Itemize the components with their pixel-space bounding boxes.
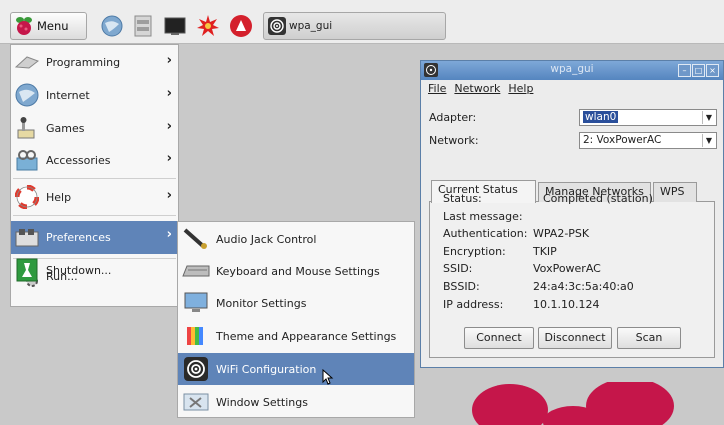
submenu-item-label: Window Settings (216, 395, 308, 409)
menu-item-accessories[interactable]: Accessories › (11, 145, 178, 175)
submenu-item-label: Theme and Appearance Settings (216, 329, 397, 343)
status-label: Status: (443, 192, 482, 205)
programming-icon (14, 49, 40, 75)
connect-button[interactable]: Connect (464, 327, 534, 349)
menu-item-games[interactable]: Games › (11, 113, 178, 143)
encryption-value: TKIP (533, 245, 557, 258)
task-label: wpa_gui (289, 20, 333, 32)
submenu-item-monitor[interactable]: Monitor Settings (178, 287, 414, 319)
shutdown-icon (14, 257, 40, 283)
menu-item-label: Programming (46, 55, 121, 69)
chevron-down-icon: ▼ (702, 111, 715, 124)
terminal-icon[interactable] (163, 14, 187, 38)
wpa-gui-window: wpa_gui – □ × File Network Help Adapter:… (420, 60, 724, 368)
last-message-label: Last message: (443, 210, 523, 223)
adapter-label: Adapter: (429, 111, 477, 124)
network-menu[interactable]: Network (454, 80, 500, 98)
submenu-item-label: Monitor Settings (216, 296, 307, 310)
menu-item-label: Help (46, 190, 72, 204)
menu-bar: File Network Help (421, 80, 723, 98)
chevron-right-icon: › (166, 53, 172, 68)
menu-item-label: Preferences (46, 231, 111, 244)
ssid-label: SSID: (443, 262, 473, 275)
globe-icon[interactable] (100, 14, 124, 38)
submenu-item-label: Audio Jack Control (216, 232, 317, 246)
submenu-item-wifi-configuration[interactable]: WiFi Configuration (178, 353, 414, 385)
menu-separator (13, 178, 176, 179)
menu-label: Menu (37, 19, 69, 33)
audio-icon (182, 225, 210, 253)
menu-item-preferences[interactable]: Preferences › (11, 221, 178, 254)
adapter-value: wlan0 (583, 111, 619, 123)
network-label: Network: (429, 134, 479, 147)
wpa-gui-task-button[interactable]: wpa_gui (263, 12, 446, 40)
file-menu[interactable]: File (428, 80, 446, 98)
accessories-icon (14, 147, 40, 173)
chevron-right-icon: › (166, 188, 172, 203)
menu-item-label: Games (46, 121, 85, 135)
encryption-label: Encryption: (443, 245, 506, 258)
wifi-icon (182, 355, 210, 383)
menu-separator (13, 215, 176, 216)
menu-item-label: Accessories (46, 153, 111, 167)
mouse-cursor-icon (322, 369, 334, 385)
monitor-icon (182, 289, 210, 317)
menu-item-help[interactable]: Help › (11, 182, 178, 212)
ssid-value: VoxPowerAC (533, 262, 601, 275)
submenu-item-audio-jack[interactable]: Audio Jack Control (178, 223, 414, 255)
file-manager-icon[interactable] (131, 14, 155, 38)
submenu-item-window-settings[interactable]: Window Settings (178, 386, 414, 418)
preferences-submenu: Audio Jack Control Keyboard and Mouse Se… (177, 221, 415, 418)
wifi-icon (268, 17, 286, 35)
submenu-item-keyboard-mouse[interactable]: Keyboard and Mouse Settings (178, 255, 414, 287)
maximize-button[interactable]: □ (692, 64, 705, 77)
keyboard-icon (182, 257, 210, 285)
chevron-right-icon: › (166, 227, 172, 242)
raspberry-icon (16, 17, 32, 35)
taskbar: Menu wpa_gui (0, 0, 724, 44)
bssid-label: BSSID: (443, 280, 480, 293)
disconnect-button[interactable]: Disconnect (538, 327, 612, 349)
ip-address-label: IP address: (443, 298, 504, 311)
status-value: Completed (station) (543, 192, 653, 205)
authentication-value: WPA2-PSK (533, 227, 590, 240)
chevron-down-icon: ▼ (702, 134, 715, 147)
adapter-select[interactable]: wlan0 ▼ (579, 109, 717, 126)
help-menu[interactable]: Help (508, 80, 533, 98)
help-icon (14, 184, 40, 210)
submenu-item-label: Keyboard and Mouse Settings (216, 264, 380, 278)
menu-item-programming[interactable]: Programming › (11, 47, 178, 77)
scan-button[interactable]: Scan (617, 327, 681, 349)
close-button[interactable]: × (706, 64, 719, 77)
menu-item-label: Shutdown... (46, 263, 112, 277)
submenu-item-theme[interactable]: Theme and Appearance Settings (178, 320, 414, 352)
menu-button[interactable]: Menu (10, 12, 87, 40)
chevron-right-icon: › (166, 119, 172, 134)
network-select[interactable]: 2: VoxPowerAC ▼ (579, 132, 717, 149)
internet-icon (14, 82, 40, 108)
chevron-right-icon: › (166, 151, 172, 166)
minimize-button[interactable]: – (678, 64, 691, 77)
network-value: 2: VoxPowerAC (583, 134, 662, 146)
authentication-label: Authentication: (443, 227, 528, 240)
menu-item-internet[interactable]: Internet › (11, 80, 178, 110)
tab-wps[interactable]: WPS (653, 182, 697, 202)
menu-item-shutdown[interactable] (11, 292, 178, 305)
game-icon[interactable] (229, 14, 253, 38)
theme-icon (182, 322, 210, 350)
menu-item-shutdown-row[interactable]: Shutdown... (11, 255, 178, 285)
submenu-item-label: WiFi Configuration (216, 362, 317, 376)
title-bar[interactable]: wpa_gui – □ × (421, 61, 723, 80)
menu-item-label: Internet (46, 88, 90, 102)
games-icon (14, 115, 40, 141)
ip-address-value: 10.1.10.124 (533, 298, 600, 311)
starburst-icon[interactable] (196, 14, 220, 38)
chevron-right-icon: › (166, 86, 172, 101)
bssid-value: 24:a4:3c:5a:40:a0 (533, 280, 634, 293)
window-icon (182, 388, 210, 416)
raspberry-logo (472, 382, 674, 425)
preferences-icon (14, 225, 40, 251)
